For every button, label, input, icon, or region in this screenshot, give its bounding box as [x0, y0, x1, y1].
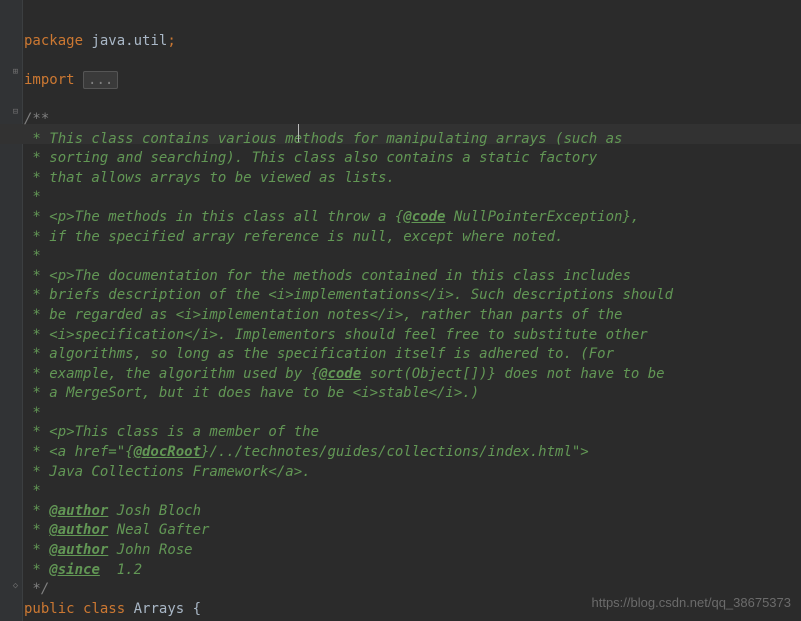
text-caret — [298, 124, 299, 142]
javadoc-line: * — [24, 405, 41, 421]
javadoc-line: * <i>specification</i>. Implementors sho… — [24, 327, 648, 343]
package-keyword: package — [24, 33, 83, 49]
class-name: Arrays — [134, 601, 185, 617]
fold-expand-icon[interactable]: ⊞ — [10, 67, 21, 78]
code-editor[interactable]: package java.util; import ... /** * This… — [24, 12, 801, 619]
javadoc-line: * <p>The documentation for the methods c… — [24, 268, 631, 284]
since-tag: @since — [49, 562, 100, 578]
javadoc-line: * briefs description of the <i>implement… — [24, 287, 673, 303]
javadoc-line: * example, the algorithm used by { — [24, 366, 319, 382]
package-name: java.util — [91, 33, 167, 49]
javadoc-line: * — [24, 483, 41, 499]
javadoc-line: * <p>The methods in this class all throw… — [24, 209, 403, 225]
javadoc-line: * — [24, 248, 41, 264]
docroot-tag: @docRoot — [134, 444, 201, 460]
editor-gutter — [0, 0, 23, 621]
javadoc-start: /** — [24, 111, 49, 127]
javadoc-line: * — [24, 189, 41, 205]
javadoc-line: * be regarded as <i>implementation notes… — [24, 307, 622, 323]
javadoc-line: * algorithms, so long as the specificati… — [24, 346, 614, 362]
class-keyword: class — [83, 601, 125, 617]
javadoc-line: * <p>This class is a member of the — [24, 424, 319, 440]
javadoc-line: * <a href="{ — [24, 444, 134, 460]
code-tag: @code — [403, 209, 445, 225]
class-indicator-icon[interactable]: ◇ — [10, 581, 21, 592]
fold-collapse-icon[interactable]: ⊟ — [10, 107, 21, 118]
javadoc-line: * This class contains various methods fo… — [24, 131, 622, 147]
author-tag: @author — [49, 503, 108, 519]
code-tag: @code — [319, 366, 361, 382]
import-keyword: import — [24, 72, 75, 88]
author-tag: @author — [49, 542, 108, 558]
javadoc-line: * if the specified array reference is nu… — [24, 229, 563, 245]
watermark-text: https://blog.csdn.net/qq_38675373 — [592, 593, 792, 613]
public-keyword: public — [24, 601, 75, 617]
folded-imports[interactable]: ... — [83, 71, 118, 89]
javadoc-line: * sorting and searching). This class als… — [24, 150, 597, 166]
javadoc-end: */ — [24, 581, 49, 597]
javadoc-line: * a MergeSort, but it does have to be <i… — [24, 385, 479, 401]
javadoc-line: * that allows arrays to be viewed as lis… — [24, 170, 395, 186]
javadoc-line: * Java Collections Framework</a>. — [24, 464, 311, 480]
author-tag: @author — [49, 522, 108, 538]
